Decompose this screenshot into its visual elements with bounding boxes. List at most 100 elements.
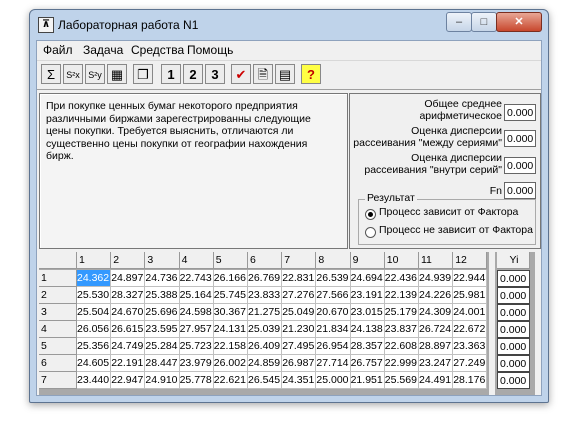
table-cell[interactable]: 25.504 [77,304,112,321]
between-variance-value[interactable]: 0.000 [504,130,536,147]
table-cell[interactable]: 25.388 [145,287,180,304]
row-header[interactable]: 1 [39,270,77,287]
row-header[interactable]: 5 [39,338,77,355]
table-cell[interactable]: 28.327 [111,287,146,304]
row-header[interactable]: 7 [39,372,77,389]
table-cell[interactable]: 27.249 [453,355,488,372]
table-cell[interactable]: 22.944 [453,270,488,287]
column-header[interactable]: 1 [77,252,112,269]
column-header[interactable]: 2 [111,252,146,269]
variance-sx-icon[interactable]: S²x [63,64,83,84]
task-2-button[interactable]: 2 [183,64,203,84]
mean-value[interactable]: 0.000 [504,104,536,121]
table-cell[interactable]: 22.672 [453,321,488,338]
table-cell[interactable]: 24.491 [419,372,454,389]
table-cell[interactable]: 25.981 [453,287,488,304]
table-cell[interactable]: 24.859 [248,355,283,372]
menu-help[interactable]: Помощь [187,43,233,57]
row-header[interactable]: 2 [39,287,77,304]
column-header[interactable]: 7 [282,252,317,269]
fn-value[interactable]: 0.000 [504,182,536,199]
table-cell[interactable]: 24.309 [419,304,454,321]
close-button[interactable]: ✕ [496,12,542,32]
table-cell[interactable]: 21.834 [316,321,351,338]
table-cell[interactable]: 26.615 [111,321,146,338]
menu-task[interactable]: Задача [83,43,123,57]
table-cell[interactable]: 26.545 [248,372,283,389]
table-cell[interactable]: 23.247 [419,355,454,372]
row-header[interactable]: 6 [39,355,77,372]
table-cell[interactable]: 26.539 [316,270,351,287]
table-cell[interactable]: 27.566 [316,287,351,304]
table-icon[interactable]: ▤ [275,64,295,84]
table-cell[interactable]: 24.939 [419,270,454,287]
task-3-button[interactable]: 3 [205,64,225,84]
minimize-button[interactable]: – [446,12,472,32]
table-cell[interactable]: 25.284 [145,338,180,355]
table-cell[interactable]: 22.139 [384,287,419,304]
table-cell[interactable]: 23.191 [350,287,385,304]
title-bar[interactable]: ⊼ Лабораторная работа N1 – □ ✕ [30,10,548,40]
check-icon[interactable]: ✔ [231,64,251,84]
column-header[interactable]: 5 [213,252,248,269]
table-cell[interactable]: 24.131 [213,321,248,338]
table-cell[interactable]: 27.276 [282,287,317,304]
radio-depends[interactable] [365,209,376,220]
table-cell[interactable]: 21.951 [350,372,385,389]
table-cell[interactable]: 28.447 [145,355,180,372]
table-cell[interactable]: 23.015 [350,304,385,321]
table-cell[interactable]: 26.409 [248,338,283,355]
column-header[interactable]: 12 [453,252,488,269]
table-cell[interactable]: 26.757 [350,355,385,372]
yi-grid[interactable]: Yi 0.000 0.000 0.000 0.000 0.000 0.000 0.000 [495,252,535,395]
within-variance-value[interactable]: 0.000 [504,157,536,174]
table-cell[interactable]: 28.176 [453,372,488,389]
column-header[interactable]: 9 [350,252,385,269]
radio-not-depends[interactable] [365,227,376,238]
table-cell[interactable]: 27.495 [282,338,317,355]
copy-icon[interactable]: ❐ [133,64,153,84]
row-header[interactable]: 3 [39,304,77,321]
table-cell[interactable]: 22.947 [111,372,146,389]
maximize-button[interactable]: □ [471,12,497,32]
table-cell[interactable]: 22.831 [282,270,317,287]
table-cell[interactable]: 25.530 [77,287,112,304]
calculator-icon[interactable]: ▦ [107,64,127,84]
yi-cell[interactable]: 0.000 [497,304,530,321]
table-cell[interactable]: 24.605 [77,355,112,372]
table-cell[interactable]: 26.002 [213,355,248,372]
table-cell[interactable]: 23.979 [179,355,214,372]
yi-cell[interactable]: 0.000 [497,355,530,372]
yi-cell[interactable]: 0.000 [497,372,530,389]
table-cell[interactable]: 25.723 [179,338,214,355]
yi-cell[interactable]: 0.000 [497,338,530,355]
task-1-button[interactable]: 1 [161,64,181,84]
column-header[interactable]: 11 [419,252,454,269]
table-cell[interactable]: 28.357 [350,338,385,355]
table-cell[interactable]: 25.179 [384,304,419,321]
table-cell[interactable]: 22.158 [213,338,248,355]
table-cell[interactable]: 28.897 [419,338,454,355]
table-cell[interactable]: 23.595 [145,321,180,338]
table-cell[interactable]: 26.724 [419,321,454,338]
table-cell[interactable]: 23.363 [453,338,488,355]
table-cell[interactable]: 24.598 [179,304,214,321]
column-header[interactable]: 3 [145,252,180,269]
table-cell[interactable]: 26.769 [248,270,283,287]
menu-file[interactable]: Файл [43,43,73,57]
table-cell[interactable]: 26.987 [282,355,317,372]
table-cell[interactable]: 24.670 [111,304,146,321]
table-cell[interactable]: 21.275 [248,304,283,321]
table-cell[interactable]: 24.001 [453,304,488,321]
table-cell[interactable]: 26.166 [213,270,248,287]
column-header[interactable]: 6 [248,252,283,269]
table-cell[interactable]: 21.230 [282,321,317,338]
table-cell[interactable]: 24.736 [145,270,180,287]
row-header[interactable]: 4 [39,321,77,338]
table-cell[interactable]: 27.714 [316,355,351,372]
table-cell[interactable]: 24.351 [282,372,317,389]
column-header[interactable]: 4 [179,252,214,269]
help-icon[interactable]: ? [301,64,321,84]
table-cell[interactable]: 27.957 [179,321,214,338]
table-cell[interactable]: 24.694 [350,270,385,287]
